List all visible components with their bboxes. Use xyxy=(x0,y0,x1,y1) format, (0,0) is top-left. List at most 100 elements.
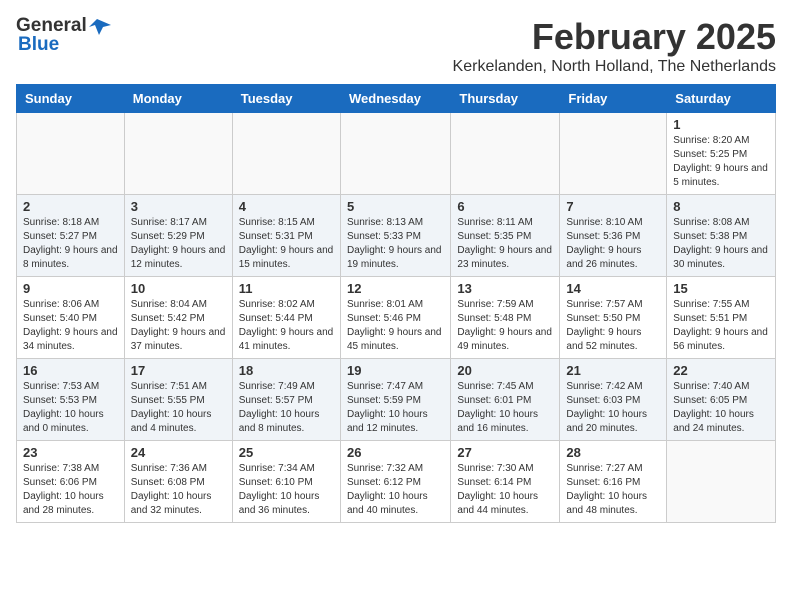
table-row: 20Sunrise: 7:45 AM Sunset: 6:01 PM Dayli… xyxy=(451,359,560,441)
day-number: 6 xyxy=(457,199,553,214)
day-info: Sunrise: 7:42 AM Sunset: 6:03 PM Dayligh… xyxy=(566,380,660,436)
day-info: Sunrise: 7:30 AM Sunset: 6:14 PM Dayligh… xyxy=(457,462,553,518)
table-row: 28 Sunrise: 7:27 AM Sunset: 6:16 PM Dayli… xyxy=(560,441,667,523)
col-tuesday: Tuesday xyxy=(232,85,340,113)
day-info: Sunrise: 8:10 AM Sunset: 5:36 PM Dayligh… xyxy=(566,216,660,272)
table-row: 27 Sunrise: 7:30 AM Sunset: 6:14 PM Dayli… xyxy=(451,441,560,523)
day-number: 12 xyxy=(347,281,444,296)
day-info: Sunrise: 8:08 AM Sunset: 5:38 PM Dayligh… xyxy=(673,216,769,272)
day-info: Sunrise: 7:55 AM Sunset: 5:51 PM Dayligh… xyxy=(673,298,769,354)
day-info: Sunrise: 7:53 AM Sunset: 5:53 PM Dayligh… xyxy=(23,380,118,436)
day-number: 9 xyxy=(23,281,118,296)
logo-blue: Blue xyxy=(18,35,59,54)
table-row: 18 Sunrise: 7:49 AM Sunset: 5:57 PM Dayli… xyxy=(232,359,340,441)
day-info: Sunrise: 7:38 AM Sunset: 6:06 PM Dayligh… xyxy=(23,462,118,518)
day-number: 26 xyxy=(347,445,444,460)
calendar-table: Sunday Monday Tuesday Wednesday Thursday… xyxy=(16,84,776,523)
calendar-week-row: 23Sunrise: 7:38 AM Sunset: 6:06 PM Dayli… xyxy=(17,441,776,523)
table-row: 19 Sunrise: 7:47 AM Sunset: 5:59 PM Dayli… xyxy=(340,359,450,441)
table-row: 21 Sunrise: 7:42 AM Sunset: 6:03 PM Dayli… xyxy=(560,359,667,441)
col-thursday: Thursday xyxy=(451,85,560,113)
table-row: 10 Sunrise: 8:04 AM Sunset: 5:42 PM Dayli… xyxy=(124,277,232,359)
day-info: Sunrise: 8:04 AM Sunset: 5:42 PM Dayligh… xyxy=(131,298,226,354)
day-info: Sunrise: 7:57 AM Sunset: 5:50 PM Dayligh… xyxy=(566,298,660,354)
table-row: 16 Sunrise: 7:53 AM Sunset: 5:53 PM Dayli… xyxy=(17,359,125,441)
calendar-header-row: Sunday Monday Tuesday Wednesday Thursday… xyxy=(17,85,776,113)
day-number: 24 xyxy=(131,445,226,460)
table-row: 26 Sunrise: 7:32 AM Sunset: 6:12 PM Dayli… xyxy=(340,441,450,523)
col-wednesday: Wednesday xyxy=(340,85,450,113)
day-number: 8 xyxy=(673,199,769,214)
col-monday: Monday xyxy=(124,85,232,113)
logo-general: General xyxy=(16,16,87,35)
table-row: 1 Sunrise: 8:20 AM Sunset: 5:25 PM Daylig… xyxy=(667,113,776,195)
day-number: 28 xyxy=(566,445,660,460)
logo-bird-icon xyxy=(89,17,111,35)
day-info: Sunrise: 7:34 AM Sunset: 6:10 PM Dayligh… xyxy=(239,462,334,518)
table-row: 22Sunrise: 7:40 AM Sunset: 6:05 PM Dayli… xyxy=(667,359,776,441)
table-row: 23Sunrise: 7:38 AM Sunset: 6:06 PM Dayli… xyxy=(17,441,125,523)
col-saturday: Saturday xyxy=(667,85,776,113)
day-info: Sunrise: 7:49 AM Sunset: 5:57 PM Dayligh… xyxy=(239,380,334,436)
table-row: 8 Sunrise: 8:08 AM Sunset: 5:38 PM Daylig… xyxy=(667,195,776,277)
day-number: 27 xyxy=(457,445,553,460)
day-number: 16 xyxy=(23,363,118,378)
table-row: 17Sunrise: 7:51 AM Sunset: 5:55 PM Dayli… xyxy=(124,359,232,441)
table-row xyxy=(451,113,560,195)
table-row xyxy=(124,113,232,195)
day-number: 3 xyxy=(131,199,226,214)
table-row: 7 Sunrise: 8:10 AM Sunset: 5:36 PM Daylig… xyxy=(560,195,667,277)
day-number: 25 xyxy=(239,445,334,460)
day-info: Sunrise: 8:17 AM Sunset: 5:29 PM Dayligh… xyxy=(131,216,226,272)
day-number: 19 xyxy=(347,363,444,378)
day-number: 15 xyxy=(673,281,769,296)
day-info: Sunrise: 8:15 AM Sunset: 5:31 PM Dayligh… xyxy=(239,216,334,272)
day-number: 21 xyxy=(566,363,660,378)
table-row xyxy=(667,441,776,523)
table-row: 6 Sunrise: 8:11 AM Sunset: 5:35 PM Daylig… xyxy=(451,195,560,277)
table-row: 2Sunrise: 8:18 AM Sunset: 5:27 PM Daylig… xyxy=(17,195,125,277)
table-row: 25 Sunrise: 7:34 AM Sunset: 6:10 PM Dayli… xyxy=(232,441,340,523)
table-row: 9Sunrise: 8:06 AM Sunset: 5:40 PM Daylig… xyxy=(17,277,125,359)
col-sunday: Sunday xyxy=(17,85,125,113)
table-row: 15 Sunrise: 7:55 AM Sunset: 5:51 PM Dayli… xyxy=(667,277,776,359)
month-year-title: February 2025 xyxy=(453,16,776,58)
day-number: 1 xyxy=(673,117,769,132)
table-row: 3 Sunrise: 8:17 AM Sunset: 5:29 PM Daylig… xyxy=(124,195,232,277)
day-info: Sunrise: 8:11 AM Sunset: 5:35 PM Dayligh… xyxy=(457,216,553,272)
calendar-week-row: 9Sunrise: 8:06 AM Sunset: 5:40 PM Daylig… xyxy=(17,277,776,359)
table-row: 24 Sunrise: 7:36 AM Sunset: 6:08 PM Dayli… xyxy=(124,441,232,523)
day-number: 18 xyxy=(239,363,334,378)
day-number: 4 xyxy=(239,199,334,214)
table-row: 14 Sunrise: 7:57 AM Sunset: 5:50 PM Dayli… xyxy=(560,277,667,359)
day-info: Sunrise: 7:47 AM Sunset: 5:59 PM Dayligh… xyxy=(347,380,444,436)
day-info: Sunrise: 7:51 AM Sunset: 5:55 PM Dayligh… xyxy=(131,380,226,436)
table-row xyxy=(17,113,125,195)
calendar-week-row: 16 Sunrise: 7:53 AM Sunset: 5:53 PM Dayli… xyxy=(17,359,776,441)
day-info: Sunrise: 7:36 AM Sunset: 6:08 PM Dayligh… xyxy=(131,462,226,518)
day-number: 10 xyxy=(131,281,226,296)
location-subtitle: Kerkelanden, North Holland, The Netherla… xyxy=(453,58,776,76)
day-info: Sunrise: 8:02 AM Sunset: 5:44 PM Dayligh… xyxy=(239,298,334,354)
logo: General Blue xyxy=(16,16,111,54)
day-info: Sunrise: 7:40 AM Sunset: 6:05 PM Dayligh… xyxy=(673,380,769,436)
table-row: 13Sunrise: 7:59 AM Sunset: 5:48 PM Dayli… xyxy=(451,277,560,359)
table-row xyxy=(560,113,667,195)
table-row: 5Sunrise: 8:13 AM Sunset: 5:33 PM Daylig… xyxy=(340,195,450,277)
table-row xyxy=(340,113,450,195)
day-number: 14 xyxy=(566,281,660,296)
day-info: Sunrise: 8:18 AM Sunset: 5:27 PM Dayligh… xyxy=(23,216,118,272)
table-row: 12Sunrise: 8:01 AM Sunset: 5:46 PM Dayli… xyxy=(340,277,450,359)
day-info: Sunrise: 7:32 AM Sunset: 6:12 PM Dayligh… xyxy=(347,462,444,518)
day-number: 11 xyxy=(239,281,334,296)
title-area: February 2025 Kerkelanden, North Holland… xyxy=(453,16,776,76)
day-number: 7 xyxy=(566,199,660,214)
day-info: Sunrise: 8:20 AM Sunset: 5:25 PM Dayligh… xyxy=(673,134,769,190)
day-number: 20 xyxy=(457,363,553,378)
day-info: Sunrise: 7:27 AM Sunset: 6:16 PM Dayligh… xyxy=(566,462,660,518)
header: General Blue February 2025 Kerkelanden, … xyxy=(16,16,776,76)
day-info: Sunrise: 8:13 AM Sunset: 5:33 PM Dayligh… xyxy=(347,216,444,272)
table-row xyxy=(232,113,340,195)
table-row: 11 Sunrise: 8:02 AM Sunset: 5:44 PM Dayli… xyxy=(232,277,340,359)
table-row: 4 Sunrise: 8:15 AM Sunset: 5:31 PM Daylig… xyxy=(232,195,340,277)
